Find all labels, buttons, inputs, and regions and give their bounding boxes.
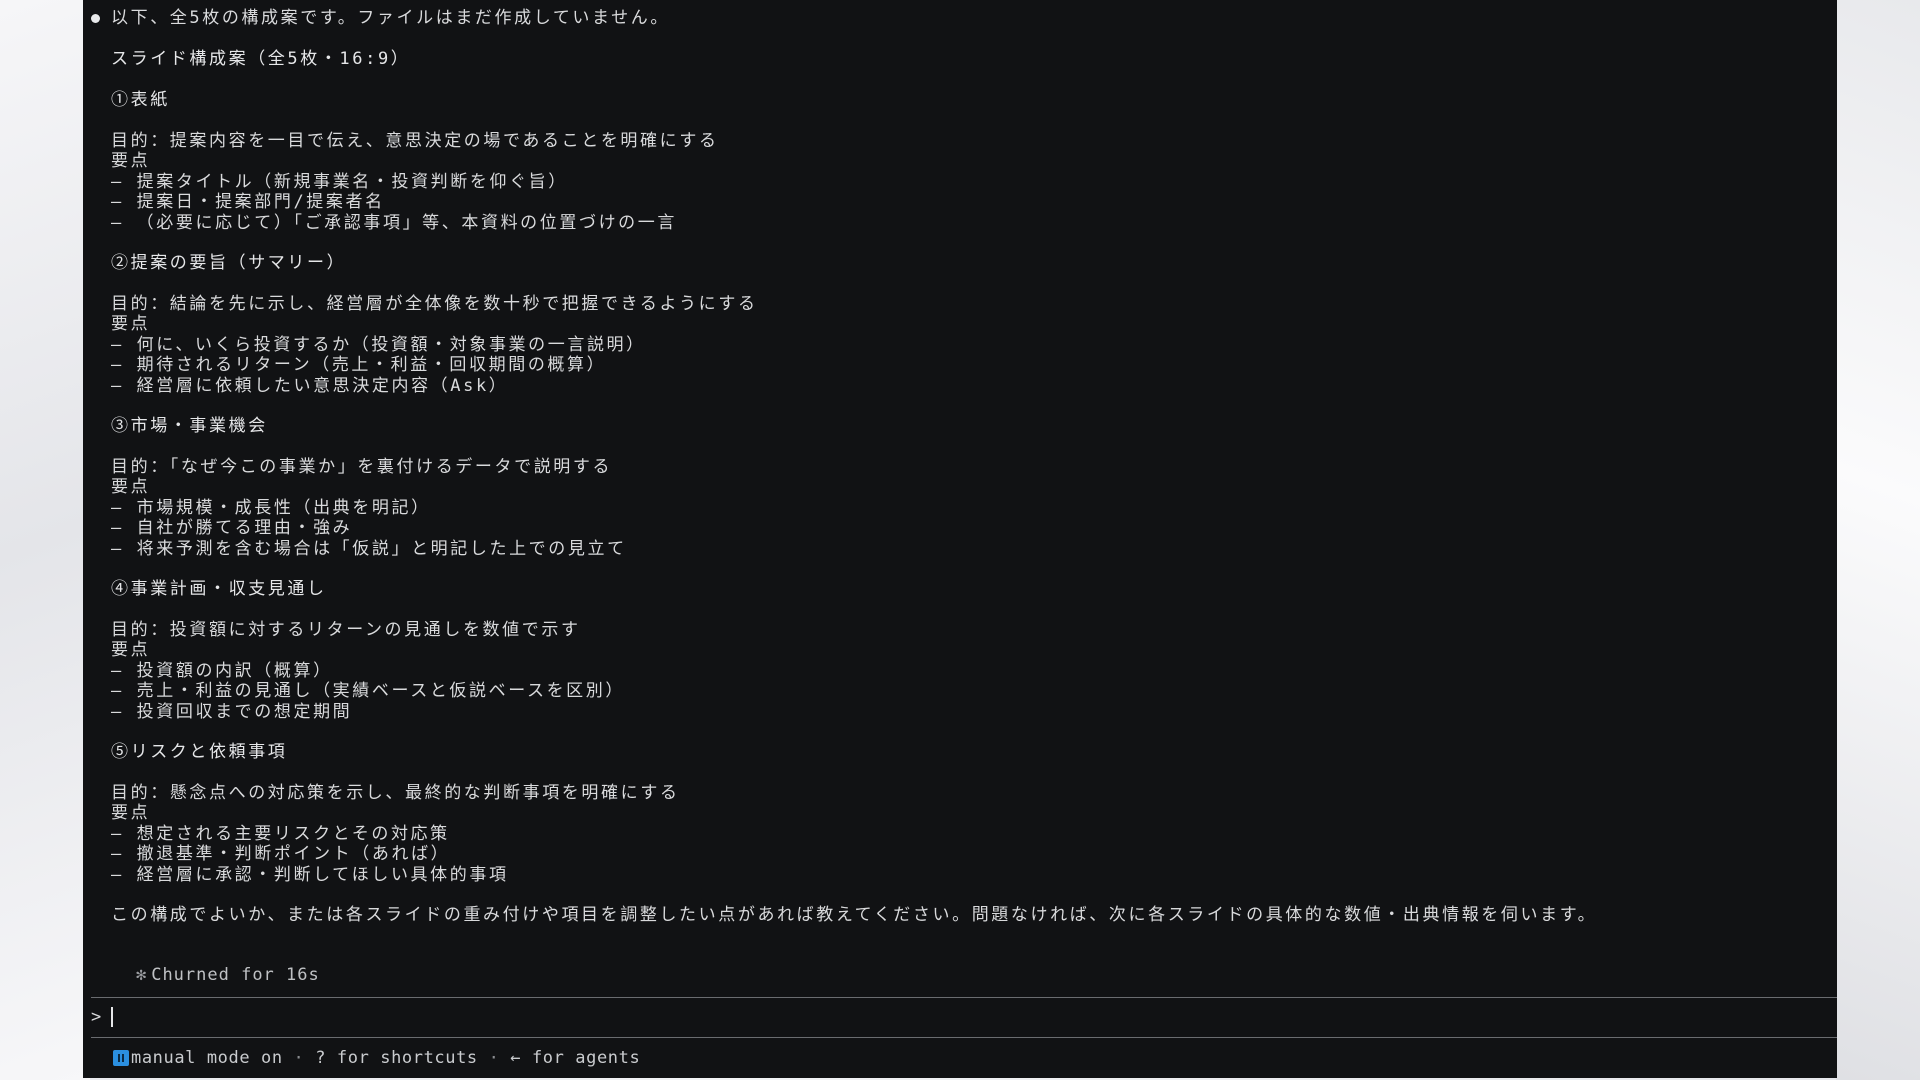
slide-title: ①表紙	[111, 90, 170, 110]
terminal-window: 以下、全5枚の構成案です。ファイルはまだ作成していません。 スライド構成案（全5…	[83, 0, 1837, 1078]
slide-point: – 期待されるリターン（売上・利益・回収期間の概算）	[111, 355, 607, 375]
slide-point: – 市場規模・成長性（出典を明記）	[111, 498, 431, 518]
slide-purpose: 目的：提案内容を一目で伝え、意思決定の場であることを明確にする	[111, 131, 719, 151]
slide-point: – 売上・利益の見通し（実績ベースと仮説ベースを区別）	[111, 681, 625, 701]
slide-purpose: 目的：「なぜ今この事業か」を裏付けるデータで説明する	[111, 457, 613, 477]
mode-text: manual mode on	[131, 1048, 283, 1068]
response-closing: この構成でよいか、または各スライドの重み付けや項目を調整したい点があれば教えてく…	[111, 905, 1598, 925]
slide-point: – 提案タイトル（新規事業名・投資判断を仰ぐ旨）	[111, 172, 568, 192]
slide-points-label: 要点	[111, 803, 151, 823]
footer-separator: ·	[293, 1048, 305, 1068]
input-bottom-divider	[91, 1037, 1837, 1038]
background-right	[1836, 0, 1920, 1080]
pause-icon	[113, 1050, 129, 1066]
slide-point: – 自社が勝てる理由・強み	[111, 518, 353, 538]
slide-point: – 投資額の内訳（概算）	[111, 661, 333, 681]
slide-point: – （必要に応じて）「ご承認事項」等、本資料の位置づけの一言	[111, 213, 677, 233]
slide-title: ④事業計画・収支見通し	[111, 579, 327, 599]
slide-purpose: 目的：懸念点への対応策を示し、最終的な判断事項を明確にする	[111, 783, 680, 803]
slide-title: ②提案の要旨（サマリー）	[111, 253, 347, 273]
prompt-symbol: >	[91, 1007, 102, 1027]
response-intro: 以下、全5枚の構成案です。ファイルはまだ作成していません。	[111, 8, 670, 28]
response-heading: スライド構成案（全5枚・16:9）	[111, 49, 411, 69]
status-line: ✻ Churned for 16s	[91, 945, 320, 1005]
slide-title: ⑤リスクと依頼事項	[111, 742, 288, 762]
slide-title: ③市場・事業機会	[111, 416, 268, 436]
slide-points-label: 要点	[111, 314, 151, 334]
slide-purpose: 目的：投資額に対するリターンの見通しを数値で示す	[111, 620, 581, 640]
input-top-divider	[91, 997, 1837, 998]
slide-points-label: 要点	[111, 151, 151, 171]
slide-points-label: 要点	[111, 477, 151, 497]
slide-point: – 何に、いくら投資するか（投資額・対象事業の一言説明）	[111, 335, 646, 355]
slide-point: – 経営層に承認・判断してほしい具体的事項	[111, 865, 509, 885]
asterisk-icon: ✻	[135, 965, 148, 985]
slide-point: – 提案日・提案部門/提案者名	[111, 192, 385, 212]
background-left	[0, 0, 90, 1080]
status-text: Churned for 16s	[151, 965, 320, 985]
slide-point: – 投資回収までの想定期間	[111, 702, 353, 722]
agents-hint[interactable]: ← for agents	[510, 1048, 640, 1068]
message-bullet-icon	[91, 14, 100, 23]
slide-point: – 撤退基準・判断ポイント（あれば）	[111, 844, 451, 864]
slide-points-label: 要点	[111, 640, 151, 660]
slide-point: – 将来予測を含む場合は「仮説」と明記した上での見立て	[111, 539, 627, 559]
footer-separator: ·	[488, 1048, 500, 1068]
prompt-input[interactable]: >	[91, 1005, 114, 1029]
text-cursor	[111, 1007, 114, 1027]
shortcuts-hint[interactable]: ? for shortcuts	[315, 1048, 478, 1068]
slide-point: – 想定される主要リスクとその対応策	[111, 824, 450, 844]
slide-purpose: 目的：結論を先に示し、経営層が全体像を数十秒で把握できるようにする	[111, 294, 758, 314]
footer-status-bar: manual mode on · ? for shortcuts · ← for…	[113, 1047, 640, 1069]
slide-point: – 経営層に依頼したい意思決定内容（Ask）	[111, 376, 509, 396]
